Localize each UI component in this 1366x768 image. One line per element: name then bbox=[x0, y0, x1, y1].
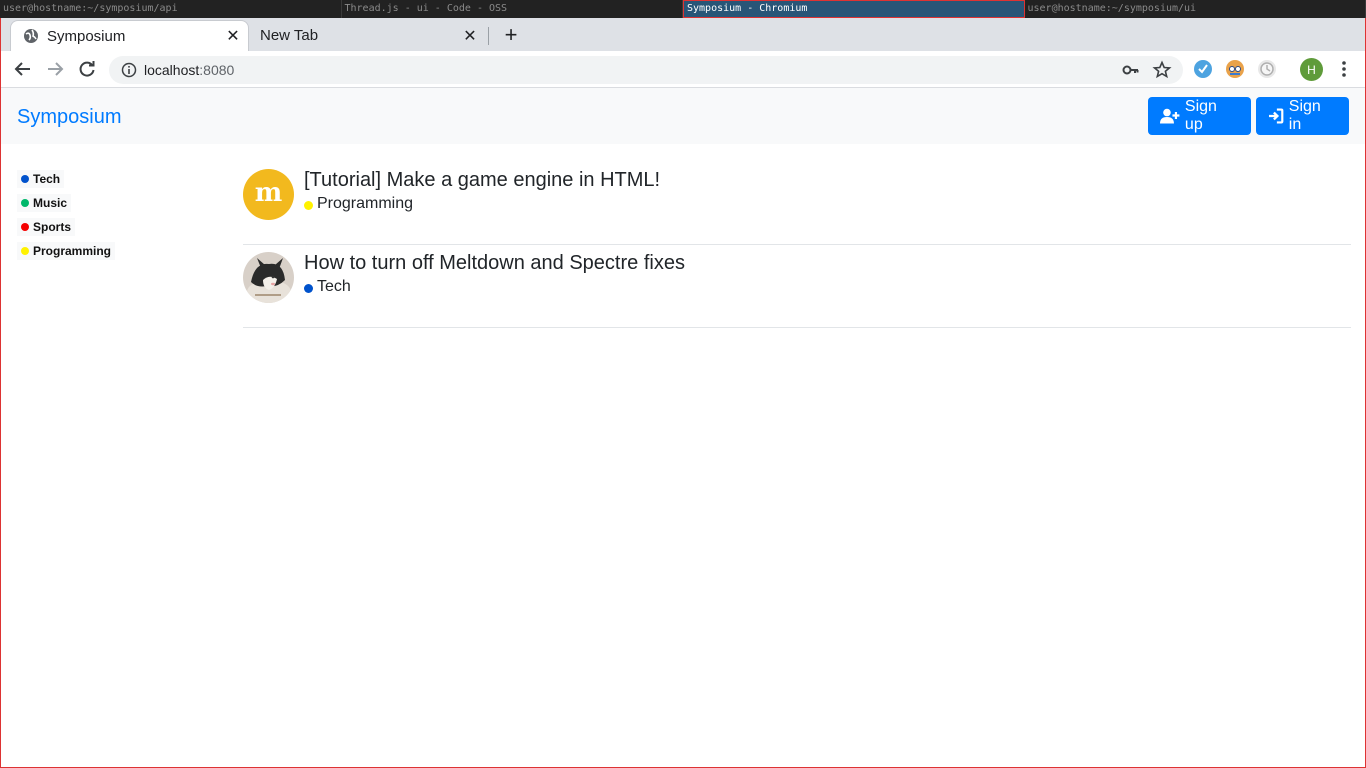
close-tab-icon[interactable]: ✕ bbox=[223, 26, 243, 46]
sign-in-button[interactable]: Sign in bbox=[1256, 97, 1349, 135]
thread-category-label: Tech bbox=[317, 278, 351, 295]
thread-title[interactable]: [Tutorial] Make a game engine in HTML! bbox=[304, 169, 660, 192]
key-icon[interactable] bbox=[1122, 61, 1140, 79]
url-host: localhost bbox=[144, 62, 200, 78]
back-arrow-icon[interactable] bbox=[10, 56, 36, 82]
thread-list: m [Tutorial] Make a game engine in HTML!… bbox=[243, 162, 1351, 328]
thread-item[interactable]: How to turn off Meltdown and Spectre fix… bbox=[243, 245, 1351, 328]
page-content: Symposium Sign up Sign in Tech Music Spo… bbox=[1, 88, 1365, 767]
category-programming[interactable]: Programming bbox=[17, 242, 116, 260]
tab-new-tab[interactable]: New Tab ✕ bbox=[251, 20, 485, 51]
window-manager-bar: user@hostname:~/symposium/api Thread.js … bbox=[0, 0, 1366, 18]
profile-avatar[interactable]: H bbox=[1300, 58, 1323, 81]
taskbar-item-terminal-ui[interactable]: user@hostname:~/symposium/ui bbox=[1025, 0, 1366, 18]
category-dot bbox=[21, 223, 29, 231]
browser-toolbar: localhost:8080 H bbox=[1, 51, 1365, 88]
tab-title: New Tab bbox=[260, 27, 319, 44]
category-tech[interactable]: Tech bbox=[17, 170, 65, 188]
sign-in-icon bbox=[1268, 108, 1284, 124]
thread-category[interactable]: Programming bbox=[304, 195, 413, 213]
category-dot bbox=[21, 199, 29, 207]
extension-face-icon[interactable] bbox=[1226, 60, 1244, 78]
tab-title: Symposium bbox=[47, 27, 126, 45]
category-label: Music bbox=[33, 196, 68, 210]
site-navbar: Symposium Sign up Sign in bbox=[1, 88, 1365, 144]
avatar: m bbox=[243, 169, 294, 220]
category-music[interactable]: Music bbox=[17, 194, 72, 212]
category-label: Tech bbox=[33, 172, 61, 186]
forward-arrow-icon[interactable] bbox=[42, 56, 68, 82]
sign-in-label: Sign in bbox=[1288, 98, 1321, 133]
user-plus-icon bbox=[1160, 108, 1180, 124]
extension-clock-icon[interactable] bbox=[1258, 60, 1276, 78]
taskbar-item-chromium[interactable]: Symposium - Chromium bbox=[683, 0, 1025, 18]
avatar bbox=[243, 252, 294, 303]
taskbar-item-terminal-api[interactable]: user@hostname:~/symposium/api bbox=[0, 0, 342, 18]
taskbar-item-code-oss[interactable]: Thread.js - ui - Code - OSS bbox=[342, 0, 683, 18]
menu-dots-icon[interactable] bbox=[1335, 59, 1353, 79]
tab-separator bbox=[488, 27, 489, 45]
bookmark-star-icon[interactable] bbox=[1152, 60, 1172, 80]
tab-symposium[interactable]: Symposium ✕ bbox=[10, 20, 249, 51]
avatar-letter: m bbox=[254, 178, 283, 208]
url-text: localhost:8080 bbox=[144, 62, 234, 78]
new-tab-plus-icon[interactable]: + bbox=[500, 22, 522, 47]
browser-window: Symposium ✕ New Tab ✕ + localhost:8080 H… bbox=[0, 18, 1366, 768]
thread-category-label: Programming bbox=[317, 195, 414, 212]
globe-icon bbox=[23, 28, 39, 44]
cat-photo-icon bbox=[243, 252, 294, 303]
extension-check-icon[interactable] bbox=[1194, 60, 1212, 78]
thread-category[interactable]: Tech bbox=[304, 278, 351, 296]
info-icon[interactable] bbox=[121, 62, 137, 78]
site-brand[interactable]: Symposium bbox=[17, 106, 121, 129]
reload-icon[interactable] bbox=[74, 56, 100, 82]
thread-title[interactable]: How to turn off Meltdown and Spectre fix… bbox=[304, 252, 685, 275]
close-tab-icon[interactable]: ✕ bbox=[460, 26, 480, 46]
sign-up-button[interactable]: Sign up bbox=[1148, 97, 1251, 135]
address-bar[interactable]: localhost:8080 bbox=[109, 56, 1183, 84]
category-sports[interactable]: Sports bbox=[17, 218, 76, 236]
thread-item[interactable]: m [Tutorial] Make a game engine in HTML!… bbox=[243, 162, 1351, 245]
category-dot bbox=[304, 201, 313, 210]
category-dot bbox=[304, 284, 313, 293]
category-dot bbox=[21, 247, 29, 255]
category-label: Sports bbox=[33, 220, 72, 234]
url-port: :8080 bbox=[199, 62, 235, 78]
category-dot bbox=[21, 175, 29, 183]
category-label: Programming bbox=[33, 244, 112, 258]
sign-up-label: Sign up bbox=[1184, 98, 1217, 133]
tab-strip: Symposium ✕ New Tab ✕ + bbox=[1, 18, 1365, 51]
category-sidebar: Tech Music Sports Programming bbox=[17, 170, 217, 266]
